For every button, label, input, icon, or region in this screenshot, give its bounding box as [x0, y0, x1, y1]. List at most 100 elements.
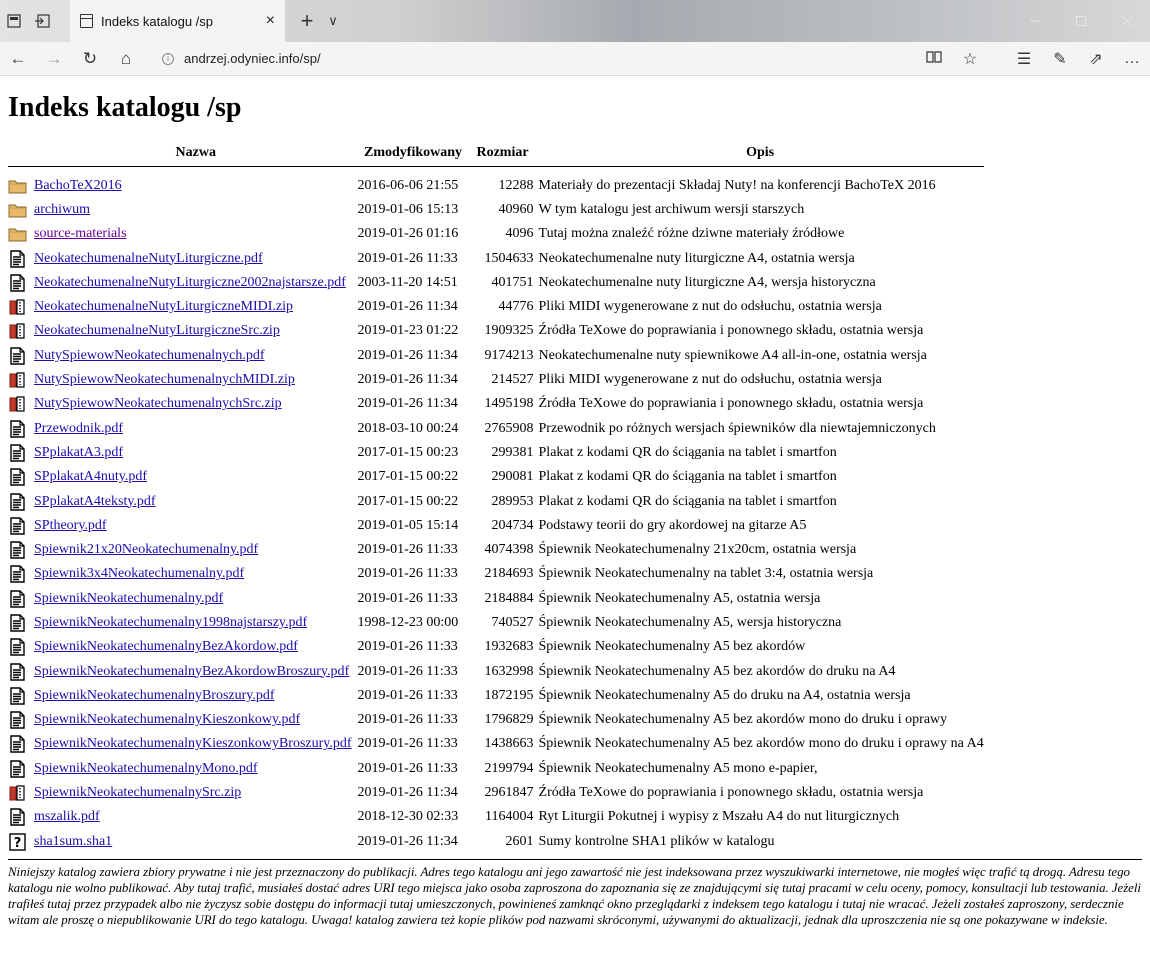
row-icon-cell [8, 319, 34, 343]
set-aside-tabs-icon[interactable] [28, 0, 56, 42]
row-description: Źródła TeXowe do poprawiania i ponownego… [538, 396, 924, 412]
row-name-cell: SPplakatA4nuty.pdf [34, 465, 358, 489]
tab-list-chevron-icon[interactable]: ∨ [321, 13, 345, 29]
file-link[interactable]: archiwum [34, 202, 90, 217]
document-icon [8, 638, 27, 656]
forward-icon[interactable]: → [36, 42, 72, 76]
file-link[interactable]: Przewodnik.pdf [34, 421, 123, 436]
row-modified: 1998-12-23 00:00 [357, 614, 459, 630]
file-link[interactable]: SPplakatA4nuty.pdf [34, 469, 147, 484]
file-link[interactable]: NutySpiewowNeokatechumenalnychMIDI.zip [34, 372, 295, 387]
table-row: SpiewnikNeokatechumenalnyBezAkordow.pdf 2… [8, 635, 984, 659]
table-row: SPtheory.pdf 2019-01-05 15:14 204734 Podsta… [8, 514, 984, 538]
minimize-icon[interactable] [1012, 0, 1058, 42]
file-link[interactable]: SpiewnikNeokatechumenalnyBezAkordow.pdf [34, 639, 298, 654]
favorites-list-icon[interactable]: ☰ [1006, 49, 1042, 69]
document-icon [8, 614, 27, 632]
row-icon-cell [8, 684, 34, 708]
file-link[interactable]: SpiewnikNeokatechumenalnyMono.pdf [34, 761, 258, 776]
row-size: 740527 [491, 614, 534, 630]
row-name-cell: NutySpiewowNeokatechumenalnychSrc.zip [34, 392, 358, 416]
file-link[interactable]: SpiewnikNeokatechumenalnySrc.zip [34, 785, 241, 800]
document-icon [8, 419, 27, 438]
row-icon-cell [8, 538, 34, 562]
row-description: Źródła TeXowe do poprawiania i ponownego… [538, 785, 924, 801]
file-link[interactable]: SpiewnikNeokatechumenalnyKieszonkowy.pdf [34, 712, 300, 727]
table-body: BachoTeX2016 2016-06-06 21:55 12288 Materia… [8, 174, 984, 854]
table-row: SpiewnikNeokatechumenalny.pdf 2019-01-26 … [8, 587, 984, 611]
folder-icon [8, 202, 27, 218]
address-bar: ← → ↻ ⌂ i andrzej.odyniec.info/sp/ ☆ ☰ ✎… [0, 42, 1150, 76]
pen-icon[interactable]: ✎ [1042, 49, 1078, 69]
row-icon-cell [8, 635, 34, 659]
file-link[interactable]: NeokatechumenalneNutyLiturgiczneSrc.zip [34, 323, 280, 338]
row-modified: 2019-01-26 11:34 [357, 347, 458, 363]
url-text[interactable]: andrzej.odyniec.info/sp/ [184, 51, 321, 66]
header-size: Rozmiar [476, 145, 529, 160]
row-icon-cell [8, 271, 34, 295]
tab-active[interactable]: Indeks katalogu /sp × [70, 0, 285, 42]
row-name-cell: source-materials [34, 222, 358, 246]
table-row: ? sha1sum.sha1 2019-01-26 11:34 2601 Sumy ko… [8, 830, 984, 854]
archive-icon [8, 396, 27, 412]
file-link[interactable]: Spiewnik21x20Neokatechumenalny.pdf [34, 542, 258, 557]
row-description: Źródła TeXowe do poprawiania i ponownego… [538, 323, 924, 339]
table-row: SpiewnikNeokatechumenalnyBroszury.pdf 201… [8, 684, 984, 708]
directory-table: Nazwa Zmodyfikowany Rozmiar Opis BachoTe… [8, 145, 984, 854]
new-tab-icon[interactable]: + [293, 8, 321, 34]
file-link[interactable]: SPplakatA3.pdf [34, 445, 123, 460]
file-link[interactable]: BachoTeX2016 [34, 178, 122, 193]
row-size: 9174213 [484, 347, 534, 363]
share-icon[interactable]: ⇗ [1078, 49, 1114, 69]
maximize-icon[interactable] [1058, 0, 1104, 42]
unknown-file-icon: ? [8, 832, 27, 851]
close-tab-icon[interactable]: × [266, 12, 275, 30]
row-size: 1932683 [484, 639, 534, 655]
file-link[interactable]: NeokatechumenalneNutyLiturgiczne.pdf [34, 251, 263, 266]
file-link[interactable]: Spiewnik3x4Neokatechumenalny.pdf [34, 566, 244, 581]
refresh-icon[interactable]: ↻ [72, 42, 108, 76]
row-icon-cell [8, 416, 34, 440]
file-link[interactable]: SPplakatA4teksty.pdf [34, 494, 156, 509]
home-icon[interactable]: ⌂ [108, 42, 144, 76]
row-modified: 2017-01-15 00:23 [357, 444, 459, 460]
file-link[interactable]: SpiewnikNeokatechumenalnyBezAkordowBrosz… [34, 664, 349, 679]
file-link[interactable]: SpiewnikNeokatechumenalny.pdf [34, 591, 223, 606]
table-row: SpiewnikNeokatechumenalny1998najstarszy.… [8, 611, 984, 635]
file-link[interactable]: NeokatechumenalneNutyLiturgiczne2002najs… [34, 275, 346, 290]
site-info-icon[interactable]: i [162, 52, 174, 65]
row-name-cell: SPplakatA4teksty.pdf [34, 489, 358, 513]
row-name-cell: NutySpiewowNeokatechumenalnych.pdf [34, 344, 358, 368]
row-modified: 2019-01-26 11:33 [357, 687, 458, 703]
close-window-icon[interactable] [1104, 0, 1150, 42]
tab-preview-icon[interactable] [0, 0, 28, 42]
back-icon[interactable]: ← [0, 42, 36, 76]
row-name-cell: SpiewnikNeokatechumenalny.pdf [34, 587, 358, 611]
file-link[interactable]: sha1sum.sha1 [34, 834, 112, 849]
row-modified: 2019-01-26 11:34 [357, 833, 458, 849]
row-name-cell: SpiewnikNeokatechumenalnyBroszury.pdf [34, 684, 358, 708]
file-link[interactable]: NeokatechumenalneNutyLiturgiczneMIDI.zip [34, 299, 293, 314]
document-icon [8, 444, 27, 462]
row-modified: 2018-03-10 00:24 [357, 420, 459, 436]
file-link[interactable]: SpiewnikNeokatechumenalny1998najstarszy.… [34, 615, 307, 630]
file-link[interactable]: SpiewnikNeokatechumenalnyBroszury.pdf [34, 688, 275, 703]
table-row: SpiewnikNeokatechumenalnyBezAkordowBrosz… [8, 659, 984, 683]
file-link[interactable]: SpiewnikNeokatechumenalnyKieszonkowyBros… [34, 736, 352, 751]
row-size: 290081 [491, 469, 534, 485]
row-name-cell: mszalik.pdf [34, 805, 358, 829]
row-description: Plakat z kodami QR do ściągania na table… [538, 469, 837, 485]
row-size: 44776 [498, 299, 534, 315]
file-link[interactable]: NutySpiewowNeokatechumenalnych.pdf [34, 348, 265, 363]
file-link[interactable]: mszalik.pdf [34, 809, 100, 824]
reading-view-icon[interactable] [916, 50, 952, 69]
more-icon[interactable]: … [1114, 50, 1150, 68]
file-link[interactable]: NutySpiewowNeokatechumenalnychSrc.zip [34, 396, 282, 411]
url-field[interactable]: i andrzej.odyniec.info/sp/ [156, 45, 896, 73]
row-size: 401751 [491, 274, 534, 290]
row-modified: 2019-01-26 11:33 [357, 736, 458, 752]
favorite-star-icon[interactable]: ☆ [952, 49, 988, 69]
table-row: Spiewnik21x20Neokatechumenalny.pdf 2019-0… [8, 538, 984, 562]
file-link[interactable]: SPtheory.pdf [34, 518, 107, 533]
file-link[interactable]: source-materials [34, 226, 127, 241]
